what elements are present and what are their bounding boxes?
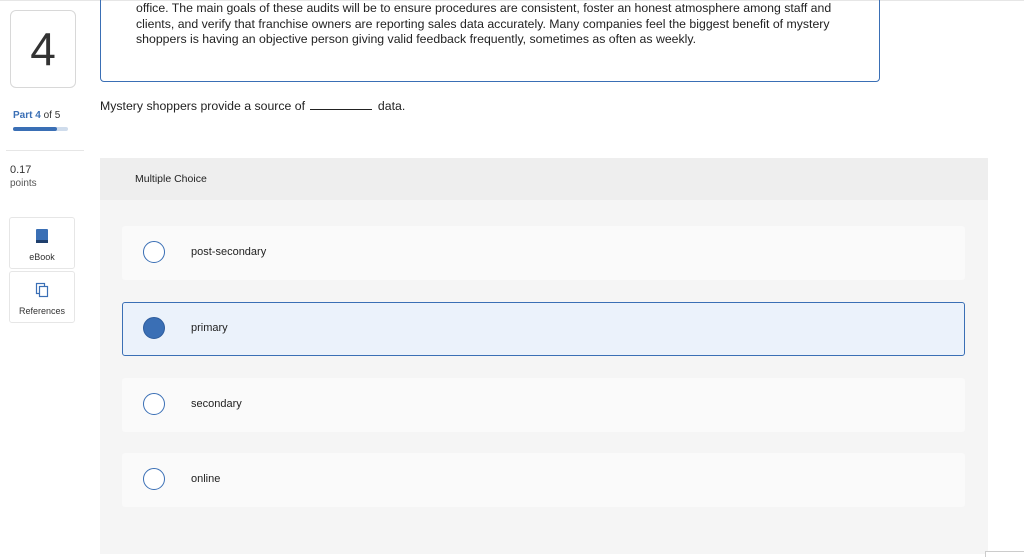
choice-label: secondary — [191, 398, 242, 410]
choice-option[interactable]: primary — [122, 302, 965, 356]
radio-button[interactable] — [143, 241, 165, 263]
question-number-text: 4 — [30, 23, 56, 75]
references-button[interactable]: References — [9, 271, 75, 323]
part-prefix: Part — [13, 110, 33, 121]
mc-header: Multiple Choice — [135, 173, 207, 185]
choice-label: post-secondary — [191, 246, 267, 258]
passage-box: office. The main goals of these audits w… — [100, 0, 880, 82]
ebook-button[interactable]: eBook — [9, 217, 75, 269]
question-prompt: Mystery shoppers provide a source of dat… — [100, 99, 405, 113]
documents-icon — [35, 282, 49, 300]
prompt-before-blank: Mystery shoppers provide a source of — [100, 99, 306, 113]
choice-label: online — [191, 473, 221, 485]
part-indicator: Part 4 of 5 — [13, 110, 60, 121]
choice-option[interactable]: online — [122, 453, 965, 507]
references-label: References — [18, 306, 66, 316]
question-number: 4 — [10, 10, 76, 88]
multiple-choice-panel: Multiple Choice post-secondary primary s… — [100, 158, 988, 554]
mc-header-band — [100, 158, 988, 200]
choice-label: primary — [191, 322, 228, 334]
part-progress-bar — [13, 127, 68, 131]
radio-button[interactable] — [143, 468, 165, 490]
rail-divider — [6, 150, 84, 151]
book-icon — [35, 228, 49, 246]
ebook-label: eBook — [29, 252, 55, 262]
prompt-after-blank: data. — [377, 99, 406, 113]
answer-blank — [310, 108, 373, 110]
part-progress-fill — [13, 127, 57, 131]
choice-option[interactable]: post-secondary — [122, 226, 965, 280]
radio-button[interactable] — [143, 317, 165, 339]
passage-text: office. The main goals of these audits w… — [136, 1, 832, 46]
radio-button[interactable] — [143, 393, 165, 415]
points-label: points — [10, 178, 37, 189]
part-current: 4 — [35, 110, 41, 121]
choice-option[interactable]: secondary — [122, 378, 965, 432]
points-value: 0.17 — [10, 164, 32, 176]
part-total: of 5 — [43, 110, 61, 121]
window-corner — [985, 551, 1024, 557]
